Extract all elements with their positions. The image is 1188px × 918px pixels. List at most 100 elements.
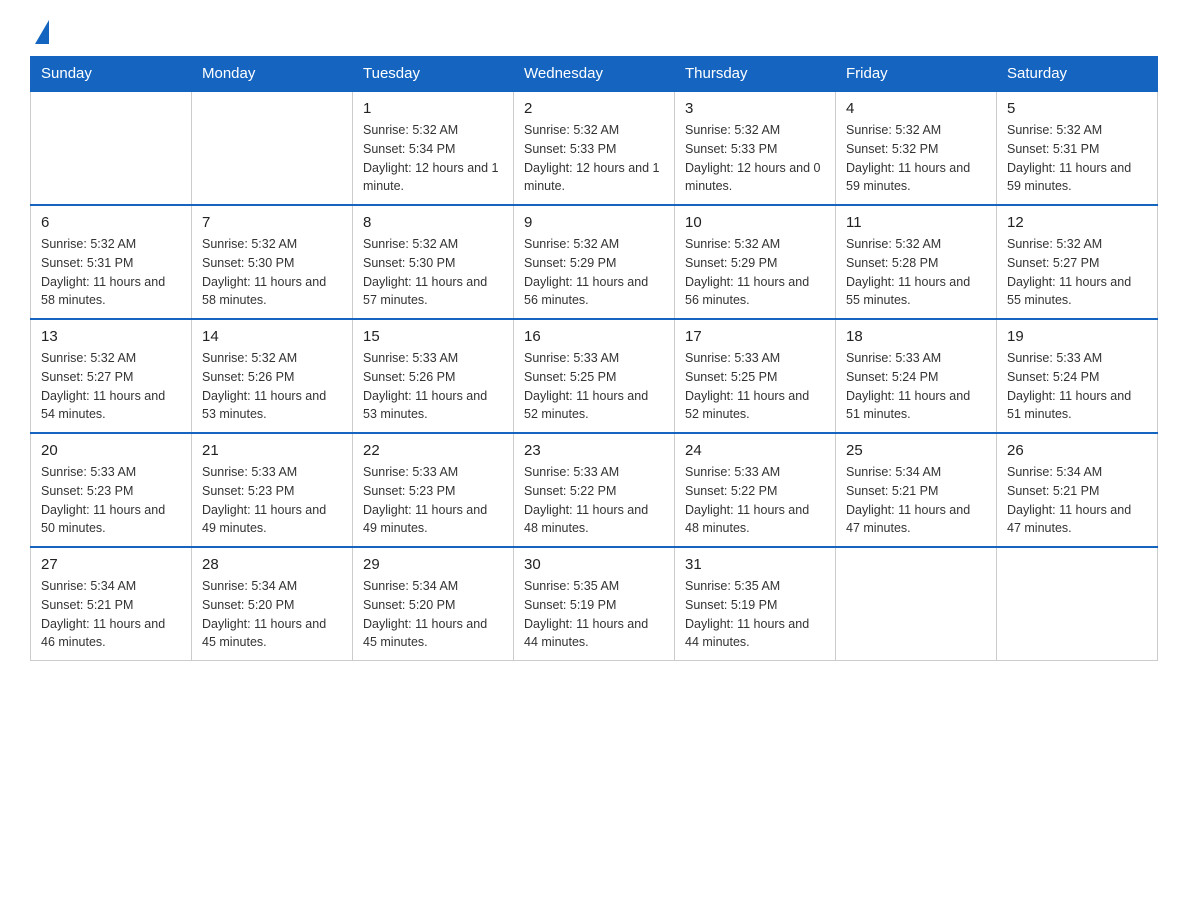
calendar-week-row: 20 Sunrise: 5:33 AMSunset: 5:23 PMDayligh… [31, 433, 1158, 547]
day-info: Sunrise: 5:32 AMSunset: 5:34 PMDaylight:… [363, 121, 503, 196]
day-number: 24 [685, 442, 825, 459]
table-row: 20Sunrise: 5:33 AMSunset: 5:23 PMDayligh… [31, 433, 192, 547]
calendar-week-row: 13 Sunrise: 5:32 AMSunset: 5:27 PMDayligh… [31, 319, 1158, 433]
table-row: 9 Sunrise: 5:32 AMSunset: 5:29 PMDaylight… [514, 205, 675, 319]
header-saturday: Saturday [997, 57, 1158, 92]
table-row [192, 91, 353, 205]
day-info: Sunrise: 5:33 AMSunset: 5:22 PMDaylight:… [524, 463, 664, 538]
day-number: 16 [524, 328, 664, 345]
calendar-week-row: 1 Sunrise: 5:32 AMSunset: 5:34 PMDaylight… [31, 91, 1158, 205]
day-info: Sunrise: 5:35 AMSunset: 5:19 PMDaylight:… [524, 577, 664, 652]
table-row: 3 Sunrise: 5:32 AMSunset: 5:33 PMDaylight… [675, 91, 836, 205]
day-info: Sunrise: 5:33 AMSunset: 5:26 PMDaylight:… [363, 349, 503, 424]
day-number: 31 [685, 556, 825, 573]
day-info: Sunrise: 5:35 AMSunset: 5:19 PMDaylight:… [685, 577, 825, 652]
table-row: 30 Sunrise: 5:35 AMSunset: 5:19 PMDayligh… [514, 547, 675, 661]
day-number: 10 [685, 214, 825, 231]
day-info: Sunrise: 5:32 AMSunset: 5:32 PMDaylight:… [846, 121, 986, 196]
logo-blue-row [30, 20, 49, 46]
day-info: Sunrise: 5:33 AMSunset: 5:22 PMDaylight:… [685, 463, 825, 538]
day-info: Sunrise: 5:32 AMSunset: 5:28 PMDaylight:… [846, 235, 986, 310]
day-info: Sunrise: 5:33 AMSunset: 5:24 PMDaylight:… [1007, 349, 1147, 424]
day-number: 22 [363, 442, 503, 459]
table-row: 29 Sunrise: 5:34 AMSunset: 5:20 PMDayligh… [353, 547, 514, 661]
table-row: 18 Sunrise: 5:33 AMSunset: 5:24 PMDayligh… [836, 319, 997, 433]
day-number: 4 [846, 100, 986, 117]
day-info: Sunrise: 5:32 AMSunset: 5:29 PMDaylight:… [685, 235, 825, 310]
table-row: 6 Sunrise: 5:32 AMSunset: 5:31 PMDaylight… [31, 205, 192, 319]
table-row: 16 Sunrise: 5:33 AMSunset: 5:25 PMDayligh… [514, 319, 675, 433]
day-number: 5 [1007, 100, 1147, 117]
day-number: 28 [202, 556, 342, 573]
day-info: Sunrise: 5:32 AMSunset: 5:27 PMDaylight:… [41, 349, 181, 424]
day-info: Sunrise: 5:32 AMSunset: 5:31 PMDaylight:… [1007, 121, 1147, 196]
day-info: Sunrise: 5:32 AMSunset: 5:30 PMDaylight:… [363, 235, 503, 310]
table-row: 31 Sunrise: 5:35 AMSunset: 5:19 PMDayligh… [675, 547, 836, 661]
table-row: 15 Sunrise: 5:33 AMSunset: 5:26 PMDayligh… [353, 319, 514, 433]
day-number: 29 [363, 556, 503, 573]
day-info: Sunrise: 5:32 AMSunset: 5:26 PMDaylight:… [202, 349, 342, 424]
day-info: Sunrise: 5:33 AMSunset: 5:23 PMDaylight:… [202, 463, 342, 538]
table-row: 12Sunrise: 5:32 AMSunset: 5:27 PMDayligh… [997, 205, 1158, 319]
day-info: Sunrise: 5:34 AMSunset: 5:21 PMDaylight:… [846, 463, 986, 538]
table-row: 10 Sunrise: 5:32 AMSunset: 5:29 PMDayligh… [675, 205, 836, 319]
table-row: 17Sunrise: 5:33 AMSunset: 5:25 PMDayligh… [675, 319, 836, 433]
table-row [31, 91, 192, 205]
page-header [30, 20, 1158, 46]
day-number: 20 [41, 442, 181, 459]
day-number: 14 [202, 328, 342, 345]
table-row: 11Sunrise: 5:32 AMSunset: 5:28 PMDayligh… [836, 205, 997, 319]
table-row: 8Sunrise: 5:32 AMSunset: 5:30 PMDaylight… [353, 205, 514, 319]
table-row: 22 Sunrise: 5:33 AMSunset: 5:23 PMDayligh… [353, 433, 514, 547]
day-info: Sunrise: 5:33 AMSunset: 5:24 PMDaylight:… [846, 349, 986, 424]
table-row: 23 Sunrise: 5:33 AMSunset: 5:22 PMDayligh… [514, 433, 675, 547]
table-row: 28Sunrise: 5:34 AMSunset: 5:20 PMDayligh… [192, 547, 353, 661]
day-info: Sunrise: 5:32 AMSunset: 5:29 PMDaylight:… [524, 235, 664, 310]
day-info: Sunrise: 5:34 AMSunset: 5:21 PMDaylight:… [1007, 463, 1147, 538]
table-row: 14 Sunrise: 5:32 AMSunset: 5:26 PMDayligh… [192, 319, 353, 433]
header-thursday: Thursday [675, 57, 836, 92]
day-number: 7 [202, 214, 342, 231]
table-row: 1 Sunrise: 5:32 AMSunset: 5:34 PMDaylight… [353, 91, 514, 205]
day-info: Sunrise: 5:33 AMSunset: 5:25 PMDaylight:… [524, 349, 664, 424]
day-number: 9 [524, 214, 664, 231]
header-wednesday: Wednesday [514, 57, 675, 92]
table-row: 5 Sunrise: 5:32 AMSunset: 5:31 PMDaylight… [997, 91, 1158, 205]
calendar-week-row: 6 Sunrise: 5:32 AMSunset: 5:31 PMDaylight… [31, 205, 1158, 319]
calendar-table: Sunday Monday Tuesday Wednesday Thursday… [30, 56, 1158, 661]
calendar-week-row: 27 Sunrise: 5:34 AMSunset: 5:21 PMDayligh… [31, 547, 1158, 661]
header-monday: Monday [192, 57, 353, 92]
day-number: 2 [524, 100, 664, 117]
day-number: 13 [41, 328, 181, 345]
logo-triangle-icon [35, 20, 49, 44]
table-row [997, 547, 1158, 661]
day-number: 21 [202, 442, 342, 459]
day-number: 17 [685, 328, 825, 345]
day-number: 30 [524, 556, 664, 573]
table-row: 26Sunrise: 5:34 AMSunset: 5:21 PMDayligh… [997, 433, 1158, 547]
table-row: 13 Sunrise: 5:32 AMSunset: 5:27 PMDayligh… [31, 319, 192, 433]
day-info: Sunrise: 5:33 AMSunset: 5:23 PMDaylight:… [363, 463, 503, 538]
table-row [836, 547, 997, 661]
header-friday: Friday [836, 57, 997, 92]
table-row: 21 Sunrise: 5:33 AMSunset: 5:23 PMDayligh… [192, 433, 353, 547]
day-info: Sunrise: 5:32 AMSunset: 5:27 PMDaylight:… [1007, 235, 1147, 310]
day-info: Sunrise: 5:32 AMSunset: 5:30 PMDaylight:… [202, 235, 342, 310]
day-number: 27 [41, 556, 181, 573]
header-sunday: Sunday [31, 57, 192, 92]
day-number: 1 [363, 100, 503, 117]
table-row: 4 Sunrise: 5:32 AMSunset: 5:32 PMDaylight… [836, 91, 997, 205]
day-info: Sunrise: 5:34 AMSunset: 5:21 PMDaylight:… [41, 577, 181, 652]
day-number: 15 [363, 328, 503, 345]
day-info: Sunrise: 5:34 AMSunset: 5:20 PMDaylight:… [363, 577, 503, 652]
day-number: 6 [41, 214, 181, 231]
table-row: 19Sunrise: 5:33 AMSunset: 5:24 PMDayligh… [997, 319, 1158, 433]
day-number: 18 [846, 328, 986, 345]
day-info: Sunrise: 5:32 AMSunset: 5:33 PMDaylight:… [524, 121, 664, 196]
day-number: 3 [685, 100, 825, 117]
table-row: 24 Sunrise: 5:33 AMSunset: 5:22 PMDayligh… [675, 433, 836, 547]
table-row: 25Sunrise: 5:34 AMSunset: 5:21 PMDayligh… [836, 433, 997, 547]
day-info: Sunrise: 5:32 AMSunset: 5:33 PMDaylight:… [685, 121, 825, 196]
day-number: 23 [524, 442, 664, 459]
day-info: Sunrise: 5:32 AMSunset: 5:31 PMDaylight:… [41, 235, 181, 310]
